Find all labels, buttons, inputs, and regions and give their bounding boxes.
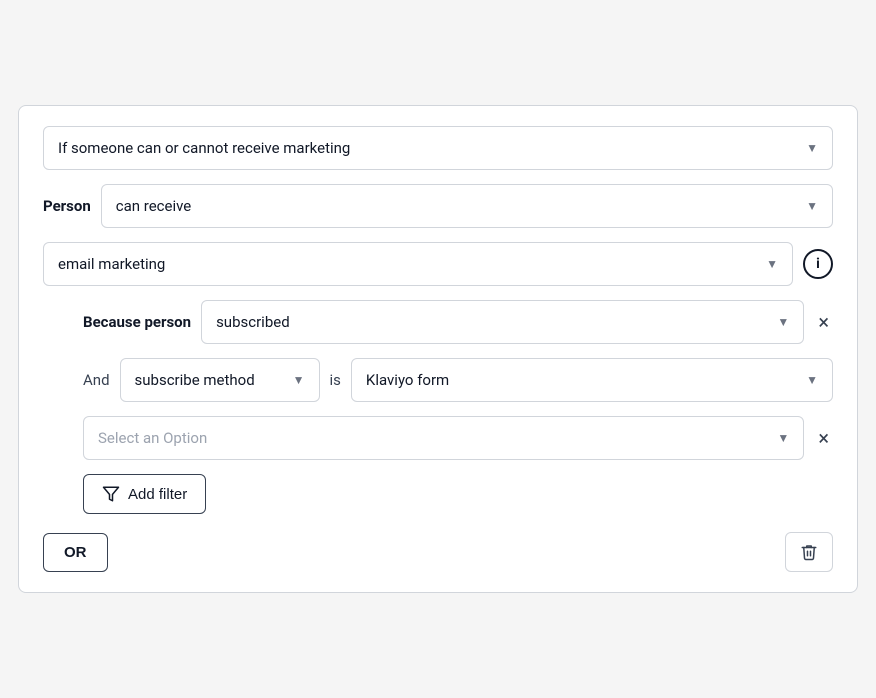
filter-card: If someone can or cannot receive marketi… — [18, 105, 858, 593]
main-condition-select[interactable]: If someone can or cannot receive marketi… — [43, 126, 833, 170]
subscribe-method-select[interactable]: subscribe method ▼ — [120, 358, 320, 402]
channel-label: email marketing — [58, 255, 758, 273]
bottom-row: OR — [43, 532, 833, 572]
klaviyo-form-select[interactable]: Klaviyo form ▼ — [351, 358, 833, 402]
select-option-placeholder: Select an Option — [98, 429, 769, 447]
channel-select[interactable]: email marketing ▼ — [43, 242, 793, 286]
subscribe-method-chevron-icon: ▼ — [293, 373, 305, 387]
row-because: Because person subscribed ▼ × — [43, 300, 833, 344]
person-label: Person — [43, 197, 91, 215]
because-person-label: Because person — [83, 313, 191, 331]
subscribe-method-label: subscribe method — [135, 371, 285, 389]
subscribed-chevron-icon: ▼ — [777, 315, 789, 329]
row-and: And subscribe method ▼ is Klaviyo form ▼ — [43, 358, 833, 402]
main-condition-label: If someone can or cannot receive marketi… — [58, 139, 798, 157]
row-channel: email marketing ▼ i — [43, 242, 833, 286]
because-close-button[interactable]: × — [814, 306, 833, 338]
add-filter-button[interactable]: Add filter — [83, 474, 206, 514]
is-label: is — [330, 371, 341, 389]
row-person: Person can receive ▼ — [43, 184, 833, 228]
trash-icon — [800, 543, 818, 561]
klaviyo-form-chevron-icon: ▼ — [806, 373, 818, 387]
or-button[interactable]: OR — [43, 533, 108, 572]
info-icon[interactable]: i — [803, 249, 833, 279]
klaviyo-form-label: Klaviyo form — [366, 371, 798, 389]
select-option-close-button[interactable]: × — [814, 422, 833, 454]
and-label: And — [83, 371, 110, 389]
can-receive-chevron-icon: ▼ — [806, 199, 818, 213]
can-receive-select[interactable]: can receive ▼ — [101, 184, 833, 228]
row-select-option: Select an Option ▼ × — [43, 416, 833, 460]
subscribed-label: subscribed — [216, 313, 769, 331]
subscribed-select[interactable]: subscribed ▼ — [201, 300, 804, 344]
row-main-condition: If someone can or cannot receive marketi… — [43, 126, 833, 170]
can-receive-label: can receive — [116, 197, 798, 215]
select-option-select[interactable]: Select an Option ▼ — [83, 416, 804, 460]
channel-chevron-icon: ▼ — [766, 257, 778, 271]
funnel-icon — [102, 485, 120, 503]
main-condition-chevron-icon: ▼ — [806, 141, 818, 155]
select-option-chevron-icon: ▼ — [777, 431, 789, 445]
add-filter-label: Add filter — [128, 486, 187, 503]
delete-button[interactable] — [785, 532, 833, 572]
